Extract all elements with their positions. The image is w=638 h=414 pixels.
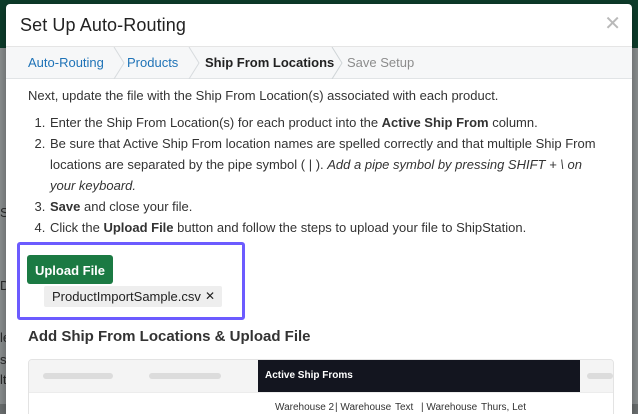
- chevron-right-icon: [331, 47, 343, 79]
- setup-stepper: Auto-Routing Products Ship From Location…: [6, 47, 632, 79]
- intro-text: Next, update the file with the Ship From…: [28, 88, 499, 103]
- sheet-row: Warehouse 2 | Warehouse Text | Warehouse…: [29, 392, 613, 414]
- step-save-setup: Save Setup: [347, 55, 415, 70]
- instruction-step: Save and close your file.: [49, 196, 608, 217]
- instruction-step: Be sure that Active Ship From location n…: [49, 133, 608, 196]
- remove-file-icon[interactable]: ✕: [205, 286, 215, 307]
- upload-file-button[interactable]: Upload File: [27, 255, 113, 284]
- placeholder-header: [587, 373, 613, 379]
- selected-file-chip: ProductImportSample.csv ✕: [44, 286, 222, 307]
- close-icon[interactable]: ✕: [604, 11, 621, 35]
- instructions-list: Enter the Ship From Location(s) for each…: [28, 112, 608, 238]
- file-name: ProductImportSample.csv: [52, 289, 201, 304]
- modal-header: Set Up Auto-Routing ✕: [6, 4, 632, 47]
- instruction-step: Click the Upload File button and follow …: [49, 217, 608, 238]
- modal-title: Set Up Auto-Routing: [20, 15, 187, 35]
- spreadsheet-preview: Active Ship Froms Warehouse 2 | Warehous…: [28, 359, 614, 414]
- placeholder-header: [43, 373, 113, 379]
- active-ship-froms-header: Active Ship Froms: [258, 360, 580, 392]
- chevron-right-icon: [188, 47, 200, 79]
- step-products[interactable]: Products: [127, 47, 178, 79]
- instruction-step: Enter the Ship From Location(s) for each…: [49, 112, 608, 133]
- section-title: Add Ship From Locations & Upload File: [28, 328, 311, 345]
- placeholder-header: [149, 373, 221, 379]
- sheet-header-row: Active Ship Froms: [29, 360, 613, 392]
- chevron-right-icon: [113, 47, 125, 79]
- step-ship-from-locations: Ship From Locations: [205, 55, 335, 70]
- step-auto-routing[interactable]: Auto-Routing: [28, 47, 104, 79]
- auto-routing-modal: Set Up Auto-Routing ✕ Auto-Routing Produ…: [6, 4, 632, 414]
